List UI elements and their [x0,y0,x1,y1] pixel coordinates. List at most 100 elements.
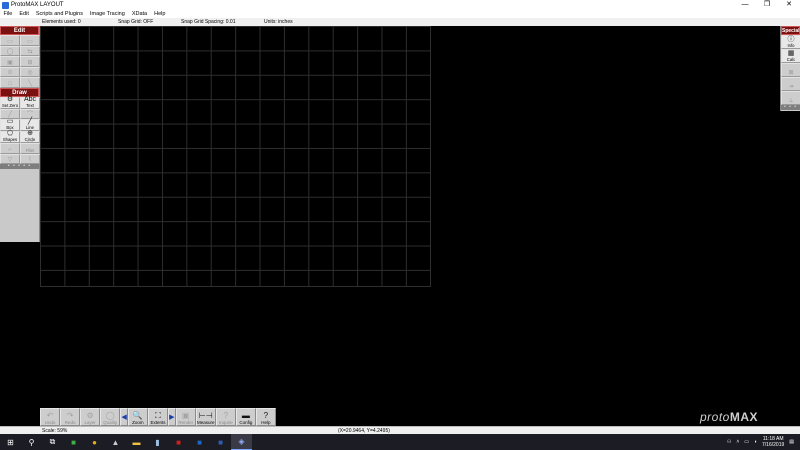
file-explorer-icon[interactable]: ▬ [126,434,147,450]
special-tool-3-icon: ⇥ [788,84,794,90]
draw-tool-dim-b0[interactable]: ⌐ [0,143,20,154]
undo-button[interactable]: ↶ Undo [40,408,61,426]
special-tool-1[interactable]: ▦ Calc [781,49,800,63]
extents-button[interactable]: ⛶ Extents [147,408,168,426]
render-button[interactable]: ▣ Render [175,408,196,426]
draw-tool-circle-icon: ⊕ [27,130,33,137]
quality-button[interactable]: ◯ Quality [100,408,121,426]
protomax-layout-window: ProtoMAX LAYOUT — ❐ ✕ File Edit Scripts … [0,0,800,450]
snap-grid-status: Snap Grid: OFF [118,19,154,25]
draw-tool-set-zero-icon: ⚙ [6,95,14,103]
edit-tool-6-icon: ⊙ [7,70,13,76]
close-button[interactable]: ✕ [778,0,800,10]
notifications-icon[interactable]: ▤ [789,439,794,445]
draw-tool-dim-b1[interactable]: ⌒ Fillet [20,142,40,154]
edit-tool-1[interactable]: ▭ [20,35,40,46]
quality-label: Quality [103,420,118,425]
draw-tool-dim-b0-icon: ⌐ [8,146,12,153]
chrome-icon[interactable]: ● [84,434,105,450]
edit-tool-4[interactable]: ▣ [0,56,20,67]
status-bar: Scale: 59% (X=20.9464, Y=4.2495) [0,426,800,434]
outlook-icon[interactable]: ■ [189,434,210,450]
snap-grid-spacing: Snap Grid Spacing: 0.01 [181,19,236,25]
config-button[interactable]: ▬ Config [235,408,256,426]
redo-icon: ↷ [66,411,74,420]
network-icon[interactable]: ▭ [744,439,749,445]
menu-edit[interactable]: Edit [16,11,32,17]
more-tools-handle[interactable]: • • • • • [0,164,39,169]
edit-tool-6[interactable]: ⊙ [0,66,20,77]
special-tool-2-icon: ⊠ [788,70,794,76]
draw-tool-dim-b3[interactable]: ⌇ [20,153,40,164]
menu-scripts-plugins[interactable]: Scripts and Plugins [32,11,86,17]
word-icon[interactable]: ■ [210,434,231,450]
more-special-handle[interactable]: • • • [781,105,800,110]
menu-help[interactable]: Help [151,11,169,17]
draw-tool-shapes-label: Shapes [2,137,18,142]
search-icon[interactable]: ⚲ [21,434,42,450]
draw-tool-dim-b2-icon: ▽ [7,157,13,163]
draw-tool-text[interactable]: Abc Text [20,96,40,109]
edit-tool-7[interactable]: ◎ [20,66,40,77]
scroll-arrow-7[interactable]: ▶ [167,408,176,426]
app-icon [2,1,9,9]
drawing-canvas[interactable] [40,26,780,408]
restore-button[interactable]: ❐ [756,0,778,10]
edit-tool-8-icon: □ [8,80,12,87]
green-app-icon[interactable]: ■ [63,434,84,450]
arrow-icon: ◀ [121,414,127,421]
draw-tool-set-zero[interactable]: ⚙ Set Zero [0,95,20,109]
edit-tool-3[interactable]: ⇆ [20,45,40,56]
edit-tool-1-icon: ▭ [27,38,33,45]
zoom-button[interactable]: 🔍 Zoom [127,408,148,426]
undo-icon: ↶ [46,411,54,420]
inquire-button[interactable]: ? Inquire [215,408,236,426]
menu-xdata[interactable]: XData [128,11,150,17]
terminal-icon[interactable]: ▮ [147,434,168,450]
volume-icon[interactable]: ◖ [754,439,757,445]
edit-tool-2-icon: ◯ [6,49,14,55]
layer-icon: ⚙ [86,411,94,420]
extents-icon: ⛶ [155,411,161,420]
measure-button[interactable]: ⊢⊣ Measure [195,408,216,426]
menu-file[interactable]: File [0,11,16,17]
draw-tool-box-icon: ▭ [6,118,14,125]
app-icon-up[interactable]: ▲ [105,434,126,450]
edit-tool-0[interactable]: ▭ [0,35,20,46]
help-button[interactable]: ? Help [255,408,276,426]
edit-tool-9[interactable]: ╲ [20,77,40,88]
measure-label: Measure [197,420,215,425]
chevron-up-icon[interactable]: ˄ [736,439,739,445]
special-tool-3[interactable]: ⇥ [781,77,800,91]
units-display: Units: inches [264,19,293,25]
draw-tool-dim-b2[interactable]: ▽ [0,153,20,164]
edit-tool-9-icon: ╲ [28,80,32,87]
extents-label: Extents [150,420,166,425]
minimize-button[interactable]: — [734,0,756,10]
people-icon[interactable]: ⚇ [727,439,731,445]
edit-tool-3-icon: ⇆ [27,49,33,55]
render-label: Render [178,420,194,425]
edit-tool-8[interactable]: □ [0,77,20,88]
edit-tool-5[interactable]: ⊞ [20,56,40,67]
clock[interactable]: 11:18 AM 7/16/2019 [762,436,784,448]
layer-button[interactable]: ⚙ Layer [80,408,101,426]
edit-tools: ▭ ▭ ◯ ⇆ ▣ ⊞ ⊙ ◎ □ ╲ [0,35,40,88]
zoom-label: Zoom [132,420,144,425]
edit-tool-2[interactable]: ◯ [0,45,20,56]
right-toolbox: Special ⓘ Info ▦ Calc ⊠ ⇥ ⟂ • • • [780,26,800,111]
redo-button[interactable]: ↷ Redo [60,408,81,426]
menu-image-tracing[interactable]: Image Tracing [86,11,128,17]
special-tool-1-label: Calc [786,57,796,62]
scroll-arrow-4[interactable]: ◀ [120,408,128,426]
start-icon[interactable]: ⊞ [0,434,21,450]
windows-taskbar: ⊞ ⚲ ⧉ ■ ● ▲ ▬ ▮ ■ ■ ■ ◈ ⚇ ˄ ▭ ◖ 11:18 AM 7/16/2019 … [0,434,800,450]
draw-tool-shapes[interactable]: ⬠ Shapes [0,130,20,143]
special-tools: ⓘ Info ▦ Calc ⊠ ⇥ ⟂ [781,35,800,105]
special-tool-0[interactable]: ⓘ Info [781,35,800,49]
acrobat-icon[interactable]: ■ [168,434,189,450]
special-tool-4[interactable]: ⟂ [781,91,800,105]
special-tool-2[interactable]: ⊠ [781,63,800,77]
task-view-icon[interactable]: ⧉ [42,434,63,450]
protomax-icon[interactable]: ◈ [231,434,252,450]
